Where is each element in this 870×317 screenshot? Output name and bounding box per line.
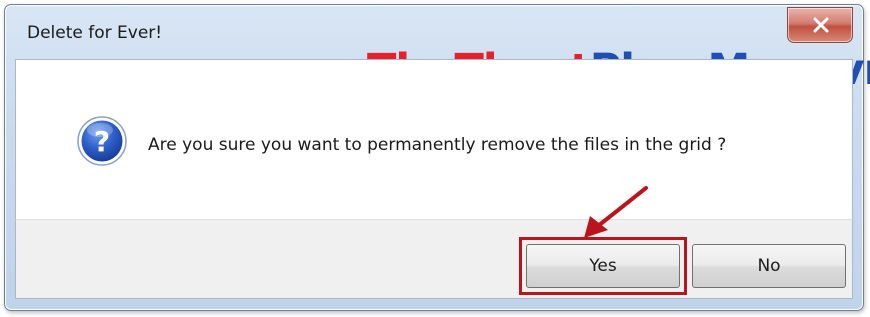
confirmation-message: Are you sure you want to permanently rem… bbox=[148, 135, 727, 155]
message-area: ? Are you sure you want to permanently r… bbox=[15, 59, 853, 219]
no-button[interactable]: No bbox=[692, 244, 846, 288]
svg-text:?: ? bbox=[94, 125, 110, 158]
dialog-window: Delete for Ever! ThuThuatPhanMem.vn ? Ar… bbox=[4, 4, 870, 311]
button-bar: Yes No bbox=[15, 219, 853, 299]
pointer-arrow bbox=[584, 186, 648, 238]
close-button[interactable] bbox=[787, 7, 853, 43]
question-icon: ? bbox=[77, 116, 127, 166]
window-title: Delete for Ever! bbox=[27, 23, 163, 43]
yes-button[interactable]: Yes bbox=[526, 244, 680, 288]
close-icon bbox=[813, 17, 829, 33]
